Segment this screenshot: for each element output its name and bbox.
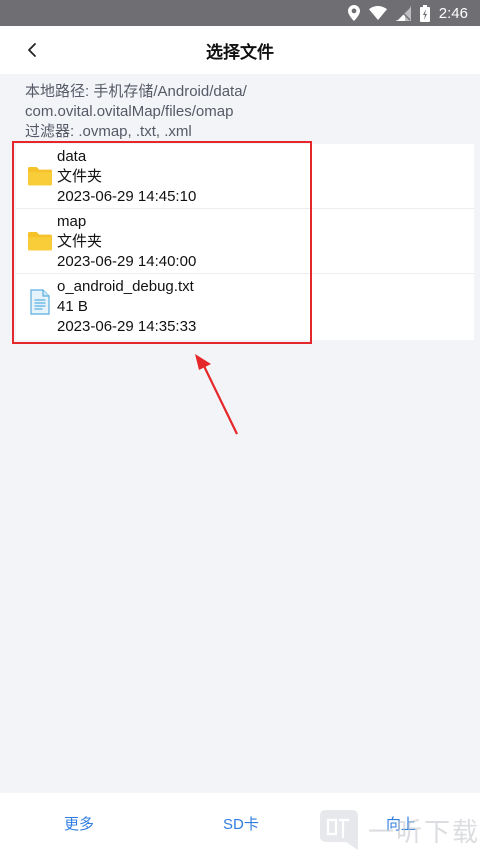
status-icons: 2:46 [347,3,468,23]
status-time: 2:46 [438,4,468,22]
header-bar: 选择文件 [0,26,480,74]
highlight-box [12,141,312,344]
annotation-arrow-icon [195,354,238,435]
watermark: 一听下载 [318,808,480,852]
watermark-logo-icon [320,810,358,850]
wifi-icon [368,6,387,20]
filter-line: 过滤器: .ovmap, .txt, .xml [25,123,192,140]
status-bar: 2:46 [0,0,480,26]
watermark-text: 一听下载 [368,816,480,847]
battery-icon [419,4,430,22]
sd-card-button[interactable]: SD卡 [223,813,259,834]
path-line-1: 本地路径: 手机存储/Android/data/ [25,83,247,100]
signal-icon [395,5,411,21]
more-button[interactable]: 更多 [64,813,94,834]
page-title: 选择文件 [206,43,274,62]
path-info: 本地路径: 手机存储/Android/data/ com.ovital.ovit… [25,82,465,142]
path-line-2: com.ovital.ovitalMap/files/omap [25,103,234,120]
location-icon [347,5,360,21]
